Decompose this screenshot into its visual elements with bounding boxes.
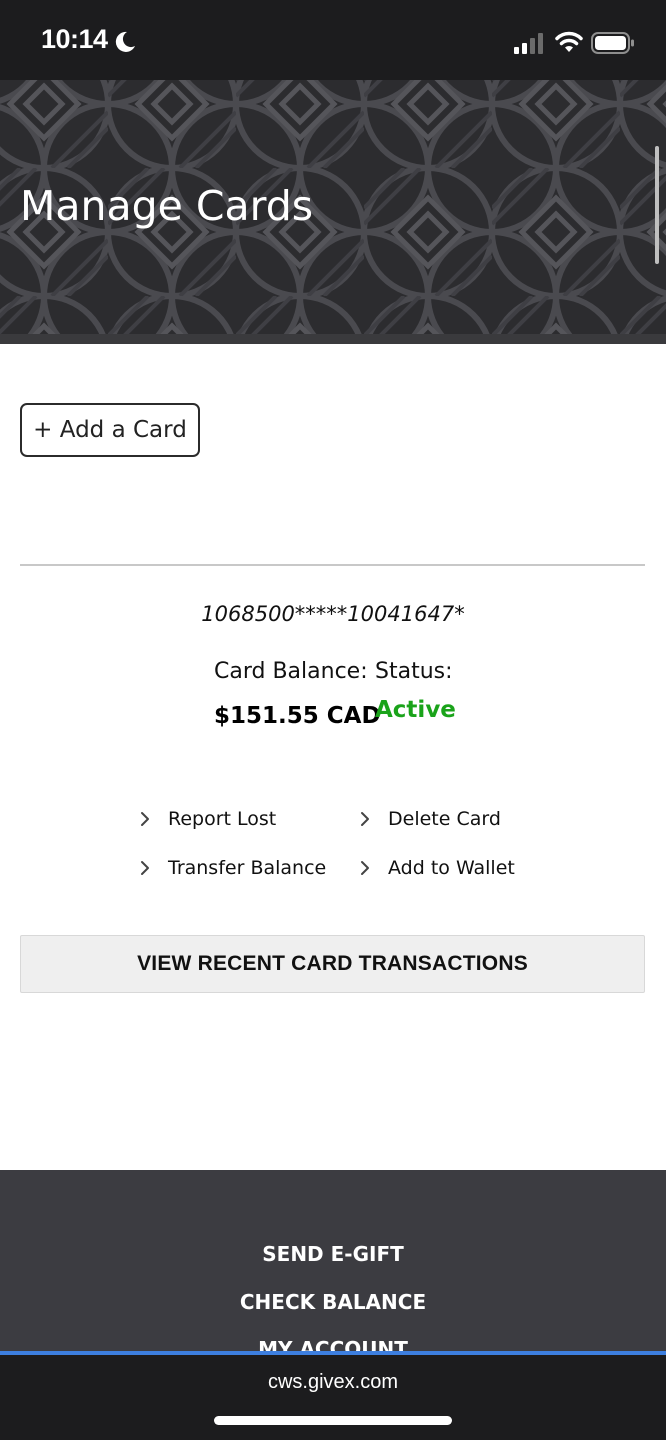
hero-banner: Manage Cards xyxy=(0,80,666,344)
browser-bar: cws.givex.com xyxy=(0,1355,666,1440)
battery-icon xyxy=(591,32,634,54)
chevron-right-icon xyxy=(141,861,149,875)
delete-card-label: Delete Card xyxy=(388,808,501,830)
add-to-wallet-label: Add to Wallet xyxy=(388,857,515,879)
chevron-right-icon xyxy=(361,812,369,826)
add-card-button[interactable]: + Add a Card xyxy=(20,403,200,457)
status-bar: 10:14 xyxy=(0,0,666,80)
home-indicator[interactable] xyxy=(214,1416,452,1425)
view-transactions-button[interactable]: VIEW RECENT CARD TRANSACTIONS xyxy=(20,935,645,993)
footer-check-balance-link[interactable]: CHECK BALANCE xyxy=(0,1290,666,1314)
chevron-right-icon xyxy=(361,861,369,875)
scrollbar[interactable] xyxy=(655,146,659,264)
card-status-value: Active xyxy=(375,697,456,723)
card-balance-label: Card Balance: xyxy=(214,659,368,684)
delete-card-link[interactable]: Delete Card xyxy=(358,808,501,830)
footer-send-egift-link[interactable]: SEND E-GIFT xyxy=(0,1242,666,1266)
card-balance-value: $151.55 CAD xyxy=(214,703,381,729)
page-title: Manage Cards xyxy=(20,182,314,230)
report-lost-label: Report Lost xyxy=(168,808,277,830)
add-to-wallet-link[interactable]: Add to Wallet xyxy=(358,857,515,879)
divider xyxy=(20,564,645,566)
card-number: 1068500*****10041647* xyxy=(201,602,465,626)
hero-bottom-strip xyxy=(0,334,666,344)
signal-icon xyxy=(514,33,543,54)
report-lost-link[interactable]: Report Lost xyxy=(138,808,276,830)
chevron-right-icon xyxy=(141,812,149,826)
transfer-balance-label: Transfer Balance xyxy=(168,857,327,879)
footer: SEND E-GIFT CHECK BALANCE MY ACCOUNT xyxy=(0,1170,666,1361)
moon-icon xyxy=(115,31,135,52)
status-time: 10:14 xyxy=(41,24,108,54)
transfer-balance-link[interactable]: Transfer Balance xyxy=(138,857,326,879)
card-status-label: Status: xyxy=(375,659,453,684)
wifi-icon xyxy=(555,31,583,52)
url-address[interactable]: cws.givex.com xyxy=(0,1371,666,1394)
